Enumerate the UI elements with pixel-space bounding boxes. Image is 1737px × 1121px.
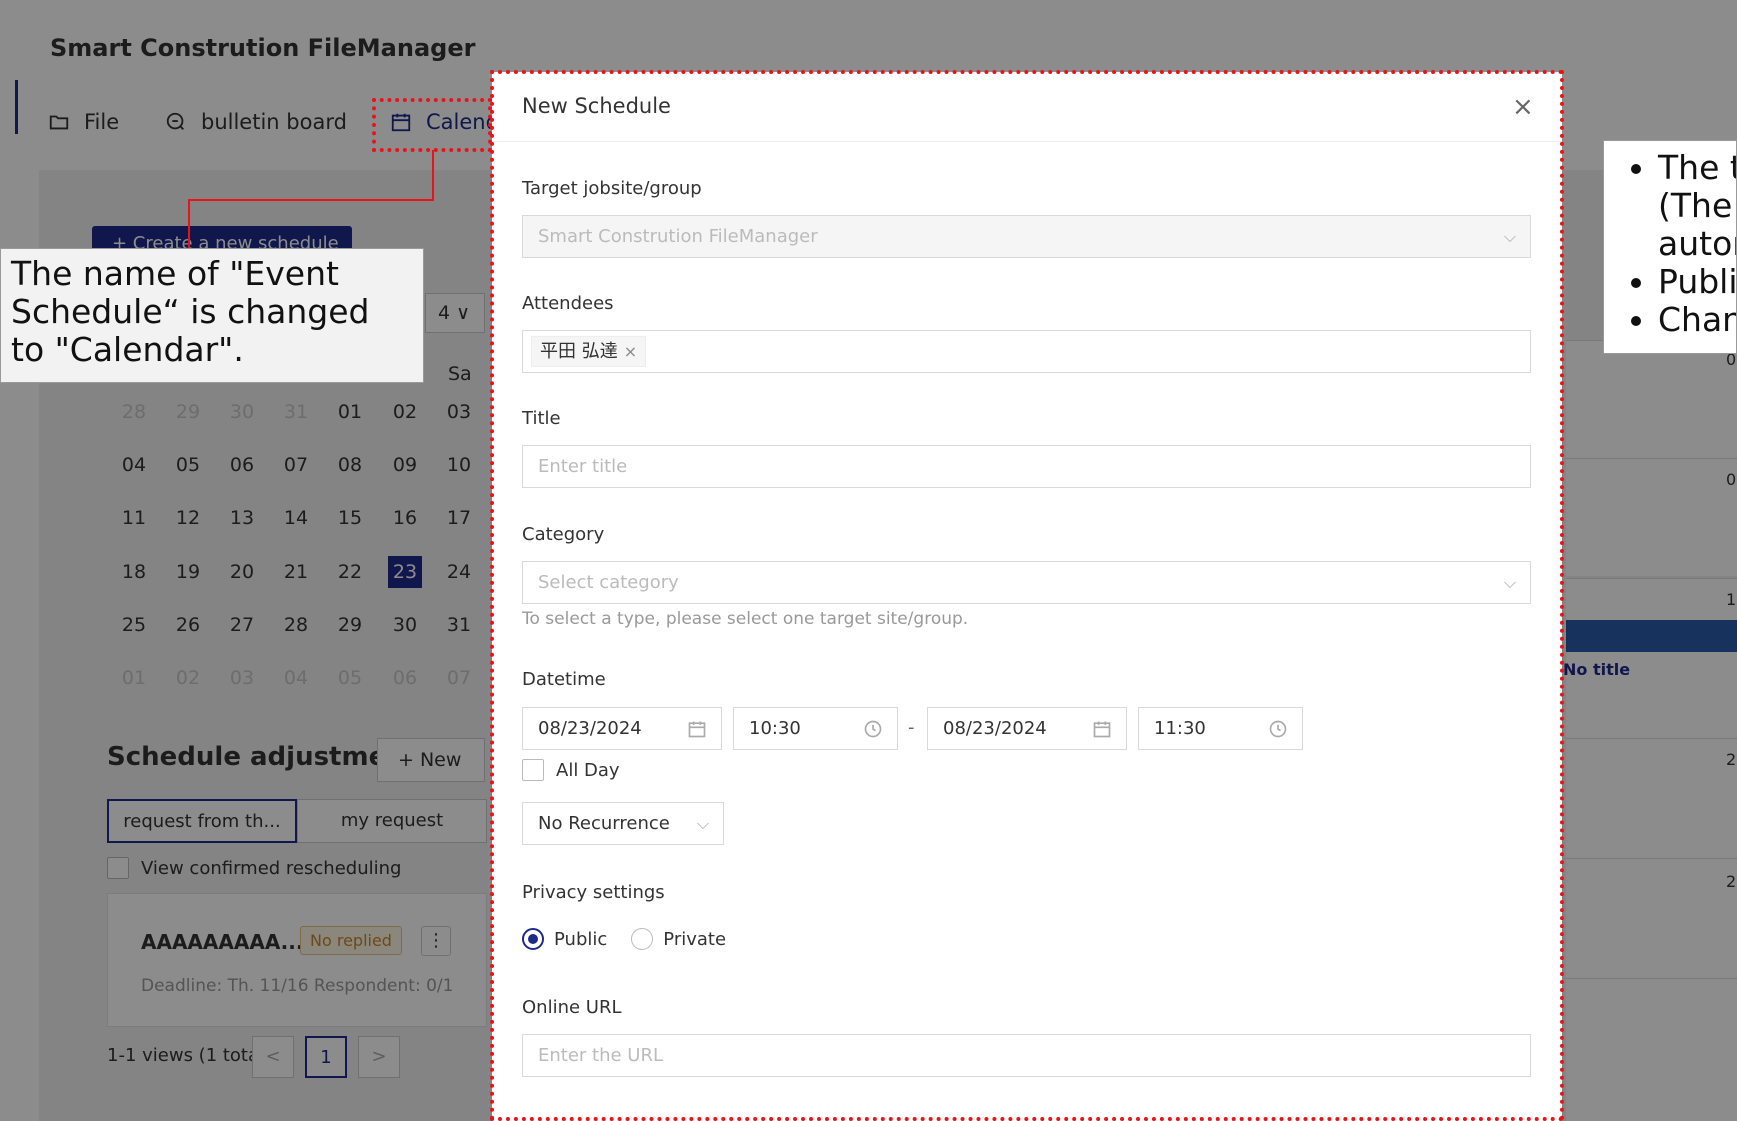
connector-line bbox=[432, 150, 434, 200]
connector-line bbox=[188, 199, 434, 201]
modal-highlight-box bbox=[490, 70, 1564, 1121]
calendar-tab-highlight-box bbox=[372, 98, 492, 152]
callout-bullet: Chan bbox=[1658, 301, 1736, 339]
rename-callout: The name of "Event Schedule“ is changed … bbox=[0, 248, 424, 383]
callout-line: (The bbox=[1658, 186, 1733, 225]
right-callout: The t (The autor Public Chan bbox=[1603, 140, 1737, 354]
callout-bullet: The t bbox=[1658, 149, 1736, 187]
callout-bullet: Public bbox=[1658, 263, 1736, 301]
callout-line: autor bbox=[1658, 224, 1736, 263]
connector-line bbox=[188, 199, 190, 249]
